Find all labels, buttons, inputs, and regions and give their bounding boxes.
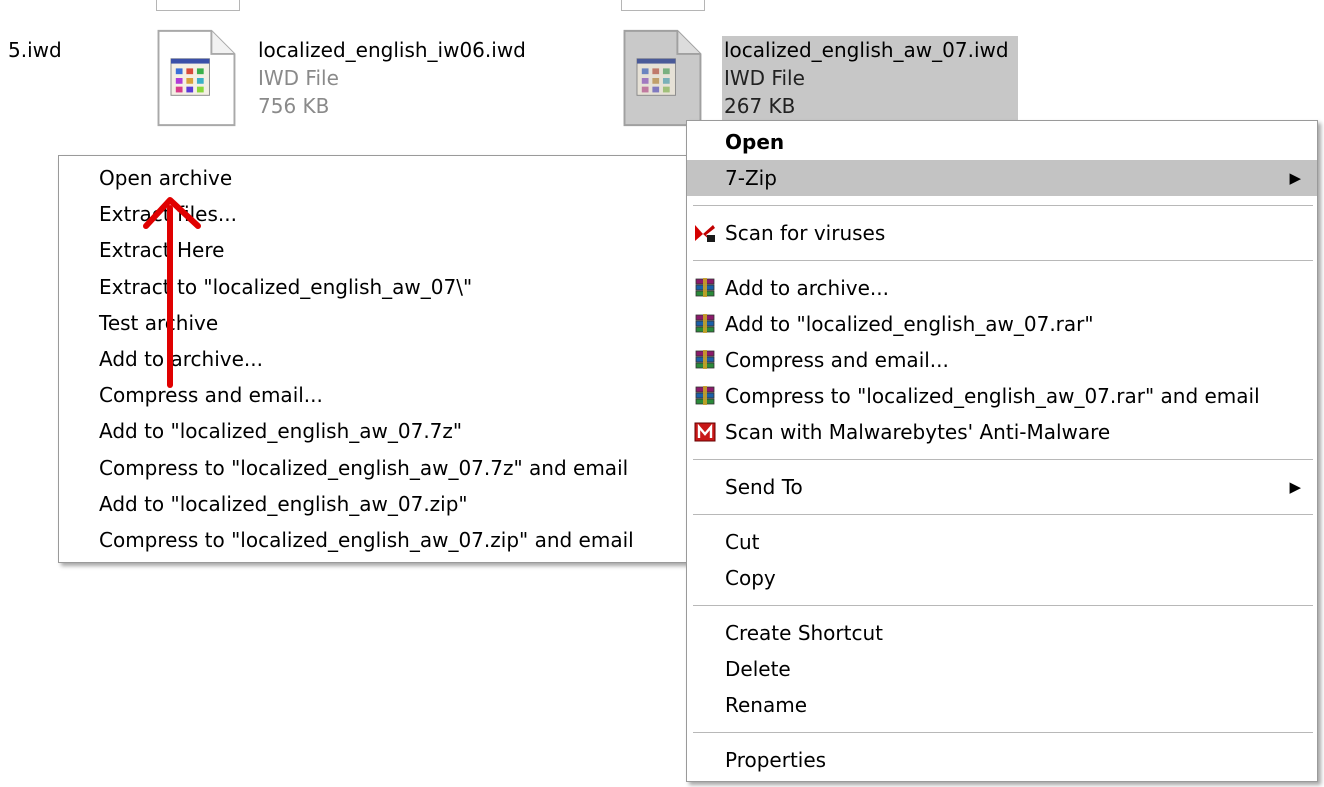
menu-item-label: Compress to "localized_english_aw_07.zip…	[99, 527, 634, 552]
menu-add-to-rar[interactable]: Add to "localized_english_aw_07.rar"	[687, 306, 1317, 342]
menu-item-label: Add to "localized_english_aw_07.zip"	[99, 491, 468, 516]
file-name-partial[interactable]: 5.iwd	[8, 38, 62, 62]
menu-send-to[interactable]: Send To ▶	[687, 469, 1317, 505]
menu-item-label: 7-Zip	[725, 166, 777, 190]
menu-item-label: Copy	[725, 566, 776, 590]
menu-malwarebytes-scan[interactable]: Scan with Malwarebytes' Anti-Malware	[687, 414, 1317, 450]
file-selection-highlight: localized_english_aw_07.iwd IWD File 267…	[722, 36, 1018, 120]
submenu-arrow-icon: ▶	[1289, 478, 1301, 496]
menu-item-label: Send To	[725, 475, 803, 499]
menu-item-label: Compress and email...	[99, 383, 323, 408]
menu-item-label: Add to "localized_english_aw_07.rar"	[725, 312, 1094, 336]
red-arrow-annotation	[143, 197, 201, 388]
file-name: localized_english_iw06.iwd	[258, 38, 526, 62]
menu-cut[interactable]: Cut	[687, 524, 1317, 560]
menu-item-label: Open	[725, 130, 785, 154]
file-name: localized_english_aw_07.iwd	[724, 38, 1009, 62]
file-type: IWD File	[258, 66, 339, 90]
menu-separator	[693, 459, 1313, 460]
menu-separator	[693, 260, 1313, 261]
menu-7zip[interactable]: 7-Zip ▶	[687, 160, 1317, 196]
menu-item-label: Add to archive...	[725, 276, 889, 300]
winrar-icon	[695, 278, 715, 297]
winrar-icon	[695, 350, 715, 369]
file-tile-stub	[156, 0, 240, 11]
menu-item-label: Compress to "localized_english_aw_07.7z"…	[99, 455, 629, 480]
menu-copy[interactable]: Copy	[687, 560, 1317, 596]
menu-separator	[693, 205, 1313, 206]
file-size: 756 KB	[258, 94, 330, 118]
submenu-add-to-zip[interactable]: Add to "localized_english_aw_07.zip"	[59, 486, 689, 522]
menu-separator	[693, 732, 1313, 733]
menu-properties[interactable]: Properties	[687, 742, 1317, 778]
menu-compress-rar-email[interactable]: Compress to "localized_english_aw_07.rar…	[687, 378, 1317, 414]
malwarebytes-icon	[694, 422, 716, 442]
file-item-aw07[interactable]: localized_english_aw_07.iwd IWD File 267…	[620, 28, 1040, 127]
menu-item-label: Delete	[725, 657, 791, 681]
context-menu: Open 7-Zip ▶ Scan for viruses Add to arc…	[686, 120, 1318, 782]
menu-item-label: Compress to "localized_english_aw_07.rar…	[725, 384, 1260, 408]
submenu-arrow-icon: ▶	[1289, 169, 1301, 187]
iwd-file-icon	[157, 29, 236, 127]
file-size: 267 KB	[724, 94, 796, 118]
menu-item-label: Compress and email...	[725, 348, 949, 372]
menu-create-shortcut[interactable]: Create Shortcut	[687, 615, 1317, 651]
kaspersky-icon	[695, 225, 715, 242]
menu-separator	[693, 514, 1313, 515]
file-type: IWD File	[724, 66, 805, 90]
menu-scan-viruses[interactable]: Scan for viruses	[687, 215, 1317, 251]
submenu-compress-zip-email[interactable]: Compress to "localized_english_aw_07.zip…	[59, 522, 689, 558]
submenu-compress-7z-email[interactable]: Compress to "localized_english_aw_07.7z"…	[59, 450, 689, 486]
menu-delete[interactable]: Delete	[687, 651, 1317, 687]
menu-item-label: Create Shortcut	[725, 621, 883, 645]
winrar-icon	[695, 386, 715, 405]
menu-add-to-archive[interactable]: Add to archive...	[687, 270, 1317, 306]
submenu-add-to-7z[interactable]: Add to "localized_english_aw_07.7z"	[59, 413, 689, 449]
file-item-iw06[interactable]: localized_english_iw06.iwd IWD File 756 …	[154, 28, 554, 138]
menu-item-label: Add to "localized_english_aw_07.7z"	[99, 419, 463, 444]
menu-item-label: Cut	[725, 530, 760, 554]
menu-separator	[693, 605, 1313, 606]
menu-rename[interactable]: Rename	[687, 687, 1317, 723]
menu-item-label: Scan for viruses	[725, 221, 886, 245]
winrar-icon	[695, 314, 715, 333]
menu-item-label: Scan with Malwarebytes' Anti-Malware	[725, 420, 1111, 444]
menu-compress-and-email[interactable]: Compress and email...	[687, 342, 1317, 378]
menu-open[interactable]: Open	[687, 124, 1317, 160]
menu-item-label: Rename	[725, 693, 808, 717]
file-tile-stub	[621, 0, 705, 11]
menu-item-label: Properties	[725, 748, 827, 772]
iwd-file-icon	[623, 29, 702, 127]
